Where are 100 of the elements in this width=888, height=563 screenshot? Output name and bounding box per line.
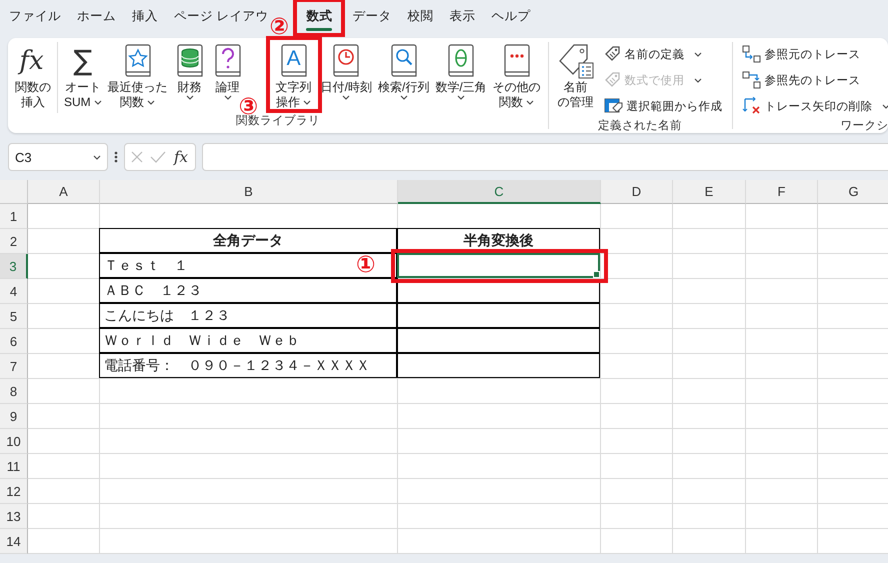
grid-cell[interactable] [673, 504, 746, 529]
ribbon-button[interactable]: 財務 [170, 42, 209, 100]
grid-cell[interactable] [100, 429, 398, 454]
row-header[interactable]: 5 [0, 304, 28, 329]
table-cell[interactable]: こんにちは １２３ [99, 303, 397, 328]
ribbon-button[interactable]: ∑ オート SUM [61, 42, 105, 110]
grid-cell[interactable] [398, 379, 601, 404]
grid-cell[interactable] [673, 279, 746, 304]
table-cell[interactable] [397, 328, 600, 353]
ribbon-button[interactable]: 参照元のトレース [740, 42, 888, 66]
row-header[interactable]: 9 [0, 404, 28, 429]
grid-cell[interactable] [746, 529, 818, 554]
row-header[interactable]: 8 [0, 379, 28, 404]
table-cell[interactable] [397, 278, 600, 303]
grid-cell[interactable] [673, 304, 746, 329]
grid-cell[interactable] [601, 454, 673, 479]
grid-cell[interactable] [601, 304, 673, 329]
insert-function-button[interactable]: fx [172, 148, 190, 166]
row-header[interactable]: 4 [0, 279, 28, 304]
ribbon-button[interactable]: 名前の定義 [602, 42, 724, 66]
grid-cell[interactable] [673, 354, 746, 379]
grid-cell[interactable] [746, 354, 818, 379]
grid-cell[interactable] [601, 279, 673, 304]
ribbon-button[interactable]: A 文字列 操作 [272, 42, 315, 110]
grid-cell[interactable] [100, 379, 398, 404]
grid-cell[interactable] [746, 404, 818, 429]
formula-input[interactable] [202, 143, 888, 171]
grid-cell[interactable] [28, 204, 100, 229]
ribbon-button[interactable]: 検索/行列 [375, 42, 432, 100]
grid-cell[interactable] [601, 479, 673, 504]
row-header[interactable]: 13 [0, 504, 28, 529]
grid-cell[interactable] [601, 429, 673, 454]
grid-cell[interactable] [673, 379, 746, 404]
grid-cell[interactable] [100, 479, 398, 504]
grid-cell[interactable] [601, 529, 673, 554]
grid-cell[interactable] [746, 229, 818, 254]
grid-cell[interactable] [746, 379, 818, 404]
grid-cell[interactable] [673, 329, 746, 354]
check-icon[interactable] [150, 150, 166, 164]
grid-cell[interactable] [746, 254, 818, 279]
ribbon-tab[interactable]: 校閲 [399, 2, 442, 34]
grid-cell[interactable] [398, 404, 601, 429]
row-header[interactable]: 11 [0, 454, 28, 479]
ribbon-button[interactable]: 参照先のトレース [740, 68, 888, 92]
grid-cell[interactable] [398, 479, 601, 504]
ribbon-button[interactable]: 名前 の管理 [552, 42, 599, 110]
grid-cell[interactable] [746, 504, 818, 529]
grid-cell[interactable] [601, 379, 673, 404]
row-header[interactable]: 10 [0, 429, 28, 454]
name-box[interactable]: C3 [8, 143, 108, 171]
row-header[interactable]: 6 [0, 329, 28, 354]
cancel-icon[interactable] [130, 150, 144, 164]
row-header[interactable]: 2 [0, 229, 28, 254]
grid-cell[interactable] [398, 529, 601, 554]
grid-cell[interactable] [746, 329, 818, 354]
column-header[interactable]: G [818, 180, 888, 204]
grid-cell[interactable] [28, 379, 100, 404]
ribbon-button[interactable]: 選択範囲から作成 [602, 94, 724, 118]
grid-cell[interactable] [601, 329, 673, 354]
ribbon-button[interactable]: 数学/三角 [432, 42, 490, 100]
column-header[interactable]: F [746, 180, 818, 204]
table-cell[interactable]: 電話番号： ０９０－１２３４－ＸＸＸＸ [99, 353, 397, 378]
grid-cell[interactable] [673, 479, 746, 504]
grid-cell[interactable] [398, 504, 601, 529]
ribbon-button[interactable]: 日付/時刻 [318, 42, 376, 100]
table-cell[interactable]: ＡＢＣ １２３ [99, 278, 397, 303]
ribbon-tab[interactable]: 数式 [298, 2, 340, 34]
grid-cell[interactable] [100, 504, 398, 529]
select-all-corner[interactable] [0, 180, 28, 204]
grid-cell[interactable] [673, 254, 746, 279]
row-header[interactable]: 12 [0, 479, 28, 504]
grid-cell[interactable] [601, 204, 673, 229]
grid-cell[interactable] [746, 454, 818, 479]
column-header[interactable]: C [398, 180, 601, 204]
grid-cell[interactable] [28, 479, 100, 504]
grid-cell[interactable] [28, 404, 100, 429]
grid-cell[interactable] [601, 404, 673, 429]
grid-cell[interactable] [673, 529, 746, 554]
ribbon-tab[interactable]: ファイル [1, 2, 69, 34]
grid-cell[interactable] [601, 254, 673, 279]
grid-cell[interactable] [28, 529, 100, 554]
row-header[interactable]: 14 [0, 529, 28, 554]
grid-cell[interactable] [601, 229, 673, 254]
grid-cell[interactable] [746, 479, 818, 504]
grid-cell[interactable] [746, 304, 818, 329]
grid-cell[interactable] [601, 354, 673, 379]
grid-cell[interactable] [28, 454, 100, 479]
grid-cell[interactable] [746, 204, 818, 229]
column-header[interactable]: D [601, 180, 673, 204]
row-header[interactable]: 1 [0, 204, 28, 229]
grid-cell[interactable] [746, 429, 818, 454]
ribbon-button[interactable]: fx 関数の 挿入 [12, 42, 54, 110]
grid-cell[interactable] [673, 454, 746, 479]
grid-cell[interactable] [673, 404, 746, 429]
grid-cell[interactable] [601, 504, 673, 529]
row-header[interactable]: 7 [0, 354, 28, 379]
ribbon-button[interactable]: 最近使った 関数 [104, 42, 171, 110]
column-header[interactable]: A [28, 180, 100, 204]
ribbon-tab[interactable]: 挿入 [124, 2, 166, 34]
grid-cell[interactable] [398, 429, 601, 454]
